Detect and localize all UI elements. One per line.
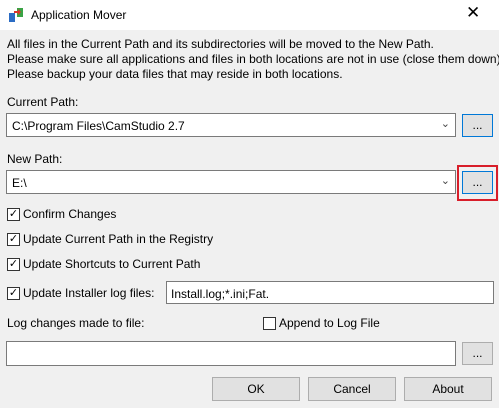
about-button[interactable]: About xyxy=(404,377,492,401)
update-installer-logs-label: Update Installer log files: xyxy=(23,286,155,300)
update-registry-checkbox[interactable]: ✓ xyxy=(7,233,20,246)
ok-button[interactable]: OK xyxy=(212,377,300,401)
log-file-input[interactable] xyxy=(6,341,456,366)
update-shortcuts-checkbox[interactable]: ✓ xyxy=(7,258,20,271)
close-icon[interactable]: ✕ xyxy=(466,3,480,23)
new-path-browse-button[interactable]: ... xyxy=(462,171,493,194)
update-shortcuts-label: Update Shortcuts to Current Path xyxy=(23,257,201,271)
cancel-button[interactable]: Cancel xyxy=(308,377,396,401)
chevron-down-icon[interactable]: ⌄ xyxy=(441,174,450,187)
append-log-checkbox[interactable] xyxy=(263,317,276,330)
current-path-combo[interactable]: C:\Program Files\CamStudio 2.7 ⌄ xyxy=(6,113,456,137)
current-path-value: C:\Program Files\CamStudio 2.7 xyxy=(12,119,185,133)
chevron-down-icon[interactable]: ⌄ xyxy=(441,117,450,130)
update-installer-logs-checkbox[interactable]: ✓ xyxy=(7,287,20,300)
new-path-combo[interactable]: E:\ ⌄ xyxy=(6,170,456,194)
new-path-value: E:\ xyxy=(12,176,27,190)
append-log-label: Append to Log File xyxy=(279,316,380,330)
current-path-browse-button[interactable]: ... xyxy=(462,114,493,137)
new-path-label: New Path: xyxy=(7,152,63,166)
log-file-label: Log changes made to file: xyxy=(7,316,145,330)
window-title: Application Mover xyxy=(31,8,127,22)
confirm-changes-checkbox[interactable]: ✓ xyxy=(7,208,20,221)
app-icon xyxy=(9,8,23,22)
installer-logs-value: Install.log;*.ini;Fat. xyxy=(171,287,270,301)
description-line-2: Please make sure all applications and fi… xyxy=(7,52,499,66)
log-file-browse-button[interactable]: ... xyxy=(462,342,493,365)
installer-logs-input[interactable]: Install.log;*.ini;Fat. xyxy=(166,281,494,304)
update-registry-label: Update Current Path in the Registry xyxy=(23,232,214,246)
confirm-changes-label: Confirm Changes xyxy=(23,207,117,221)
description-line-3: Please backup your data files that may r… xyxy=(7,67,343,81)
current-path-label: Current Path: xyxy=(7,95,79,109)
description-line-1: All files in the Current Path and its su… xyxy=(7,37,434,51)
